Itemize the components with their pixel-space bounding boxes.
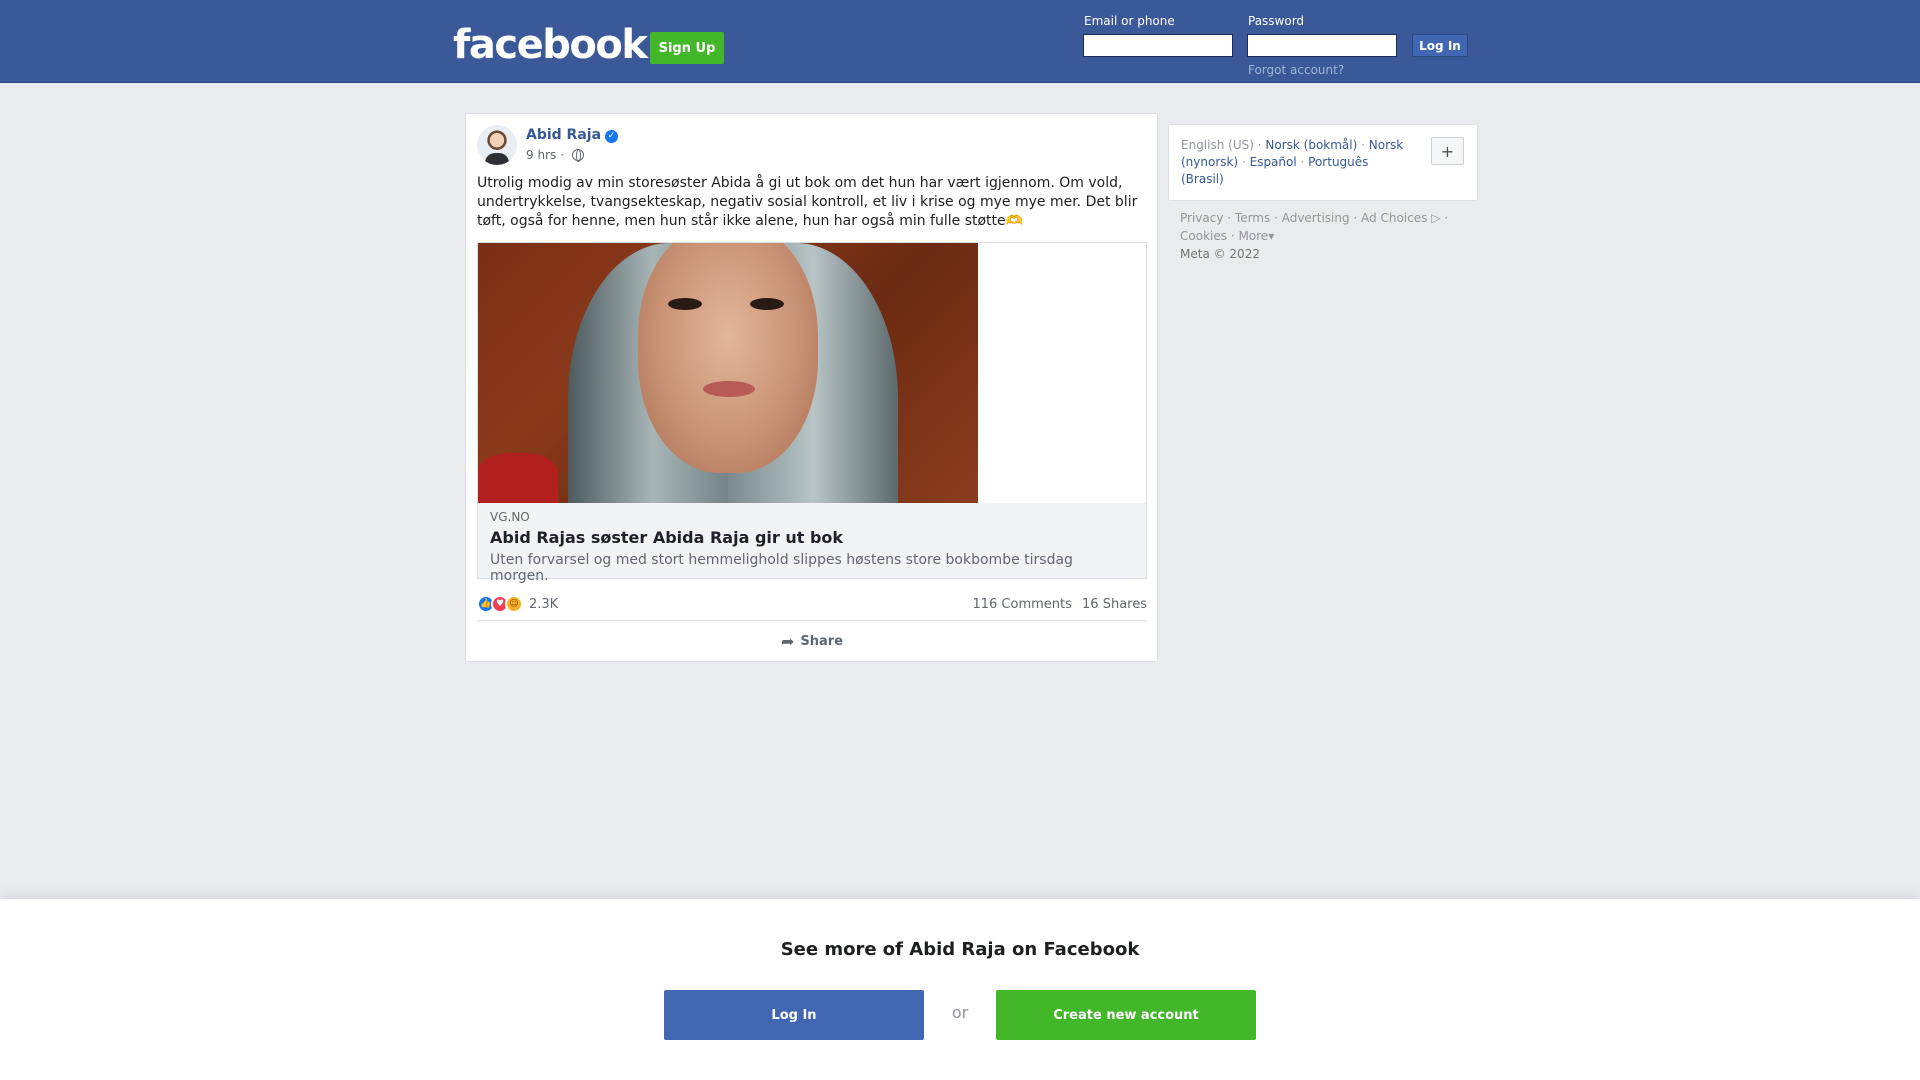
dropdown-caret-icon: ▾ (1268, 229, 1275, 243)
meta-separator: · (560, 148, 565, 162)
share-icon: ➦ (780, 631, 795, 651)
link-description: Uten forvarsel og med stort hemmelighold… (490, 552, 1073, 584)
bottom-login-button[interactable]: Log In (664, 990, 924, 1040)
email-input[interactable] (1083, 34, 1233, 57)
forgot-account-link[interactable]: Forgot account? (1248, 63, 1344, 77)
link-image[interactable] (478, 243, 978, 503)
ad-choices-link[interactable]: Ad Choices ▷ (1361, 211, 1440, 225)
link-text-block: VG.NO Abid Rajas søster Abida Raja gir u… (478, 503, 1146, 584)
more-link[interactable]: More▾ (1238, 229, 1274, 243)
language-espanol[interactable]: Español (1250, 155, 1297, 169)
verified-badge-icon: ✓ (605, 129, 619, 143)
top-navigation-bar: facebook Sign Up Email or phone Password… (0, 0, 1920, 83)
author-avatar[interactable] (477, 125, 517, 165)
advertising-link[interactable]: Advertising (1282, 211, 1350, 225)
login-button[interactable]: Log In (1412, 34, 1468, 57)
facebook-logo[interactable]: facebook (453, 22, 648, 68)
share-label: Share (800, 633, 844, 649)
post-stats: 👍 ♥ ☺ 2.3K 116 Comments 16 Shares (477, 594, 1147, 614)
reactions-count[interactable]: 2.3K (529, 597, 558, 612)
password-input[interactable] (1247, 34, 1397, 57)
create-account-button[interactable]: Create new account (996, 990, 1256, 1040)
or-separator: or (951, 1003, 969, 1022)
ad-choices-icon: ▷ (1431, 211, 1441, 225)
language-norsk-bokmal[interactable]: Norsk (bokmål) (1265, 138, 1357, 152)
login-prompt-title: See more of Abid Raja on Facebook (780, 939, 1140, 960)
post-meta: 9 hrs · (526, 148, 585, 162)
email-label: Email or phone (1084, 14, 1175, 28)
link-preview[interactable]: VG.NO Abid Rajas søster Abida Raja gir u… (477, 242, 1147, 584)
privacy-link[interactable]: Privacy (1180, 211, 1223, 225)
ad-choices-label[interactable]: Ad Choices (1361, 211, 1427, 225)
language-list: English (US) · Norsk (bokmål) · Norsk (n… (1181, 138, 1404, 186)
password-label: Password (1248, 14, 1305, 28)
post-time[interactable]: 9 hrs (526, 148, 556, 162)
more-label[interactable]: More (1238, 229, 1268, 243)
share-button[interactable]: ➦ Share (477, 626, 1147, 656)
link-domain: VG.NO (490, 510, 530, 524)
shares-count[interactable]: 16 Shares (1082, 597, 1147, 612)
link-image-area (478, 243, 1146, 503)
actions-divider (477, 620, 1147, 621)
reactions-summary[interactable]: 👍 ♥ ☺ 2.3K (477, 595, 558, 613)
post-card: Abid Raja ✓ 9 hrs · Utrolig modig av min … (465, 113, 1158, 662)
login-prompt-bar: See more of Abid Raja on Facebook Log In… (0, 899, 1920, 1080)
language-selector-box: English (US) · Norsk (bokmål) · Norsk (n… (1168, 124, 1478, 201)
sign-up-button[interactable]: Sign Up (650, 32, 724, 64)
copyright: Meta © 2022 (1180, 247, 1260, 261)
comments-count[interactable]: 116 Comments (972, 597, 1071, 612)
care-reaction-icon: ☺ (505, 595, 523, 613)
globe-icon (572, 149, 585, 162)
link-title[interactable]: Abid Rajas søster Abida Raja gir ut bok (490, 528, 1134, 547)
author-name[interactable]: Abid Raja (526, 127, 601, 143)
cookies-link[interactable]: Cookies (1180, 229, 1227, 243)
engagement-counts: 116 Comments 16 Shares (966, 597, 1147, 612)
more-languages-button[interactable]: + (1431, 137, 1464, 165)
terms-link[interactable]: Terms (1235, 211, 1270, 225)
author-name-link[interactable]: Abid Raja ✓ (526, 127, 619, 143)
language-current: English (US) (1181, 138, 1254, 152)
post-text: Utrolig modig av min storesøster Abida å… (477, 175, 1138, 229)
footer-links: Privacy · Terms · Advertising · Ad Choic… (1180, 209, 1480, 263)
